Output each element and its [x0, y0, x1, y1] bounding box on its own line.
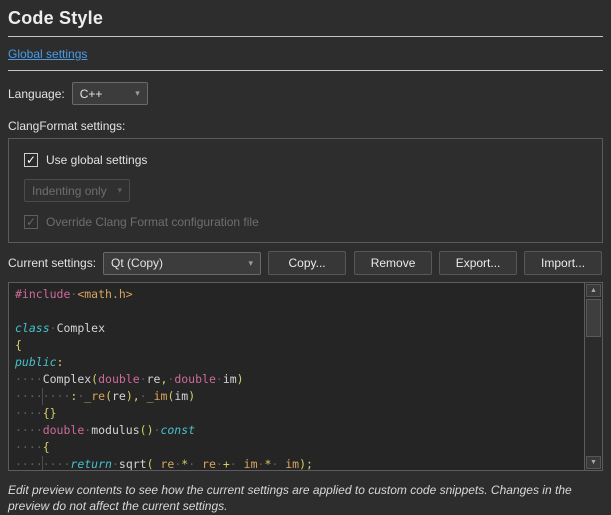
override-config-checkbox: ✓ [24, 215, 38, 229]
use-global-settings-checkbox[interactable]: ✓ [24, 153, 38, 167]
global-settings-link[interactable]: Global settings [8, 47, 87, 61]
clangformat-mode-value: Indenting only [32, 184, 107, 198]
use-global-settings-label: Use global settings [46, 153, 147, 167]
copy-button[interactable]: Copy... [268, 251, 346, 275]
code-style-settings-page: Code Style Global settings Language: C++… [0, 0, 611, 515]
override-config-row: ✓ Override Clang Format configuration fi… [24, 215, 587, 229]
vertical-scrollbar[interactable]: ▲ ▼ [584, 283, 602, 470]
chevron-down-icon: ▾ [249, 258, 254, 269]
checkmark-icon: ✓ [26, 216, 36, 228]
language-row: Language: C++ ▾ [8, 82, 603, 105]
chevron-down-icon: ▾ [135, 88, 140, 99]
clangformat-settings-label: ClangFormat settings: [8, 119, 603, 133]
scrollbar-thumb[interactable] [586, 299, 601, 337]
current-settings-row: Current settings: Qt (Copy) ▾ Copy... Re… [8, 251, 603, 275]
chevron-down-icon: ▾ [117, 185, 122, 196]
language-combobox-value: C++ [80, 87, 103, 101]
checkmark-icon: ✓ [26, 154, 36, 166]
current-settings-combobox[interactable]: Qt (Copy) ▾ [103, 252, 261, 275]
scroll-down-button[interactable]: ▼ [586, 456, 601, 469]
code-preview-editor: #include·<math.h>class·Complex{public:··… [8, 282, 603, 471]
scroll-down-icon: ▼ [590, 459, 597, 466]
override-config-label: Override Clang Format configuration file [46, 215, 259, 229]
current-settings-label: Current settings: [8, 256, 96, 270]
use-global-settings-row: ✓ Use global settings [24, 153, 587, 167]
language-combobox[interactable]: C++ ▾ [72, 82, 148, 105]
footer-hint-text: Edit preview contents to see how the cur… [8, 483, 603, 515]
scroll-up-button[interactable]: ▲ [586, 284, 601, 297]
code-content[interactable]: #include·<math.h>class·Complex{public:··… [9, 283, 584, 470]
import-button[interactable]: Import... [524, 251, 602, 275]
page-title: Code Style [8, 8, 603, 29]
remove-button[interactable]: Remove [354, 251, 432, 275]
current-settings-value: Qt (Copy) [111, 256, 163, 270]
link-separator [8, 70, 603, 71]
title-separator [8, 36, 603, 37]
export-button[interactable]: Export... [439, 251, 517, 275]
language-label: Language: [8, 87, 65, 101]
scroll-up-icon: ▲ [590, 287, 597, 294]
clangformat-mode-combobox: Indenting only ▾ [24, 179, 130, 202]
clangformat-groupbox: ✓ Use global settings Indenting only ▾ ✓… [8, 138, 603, 243]
